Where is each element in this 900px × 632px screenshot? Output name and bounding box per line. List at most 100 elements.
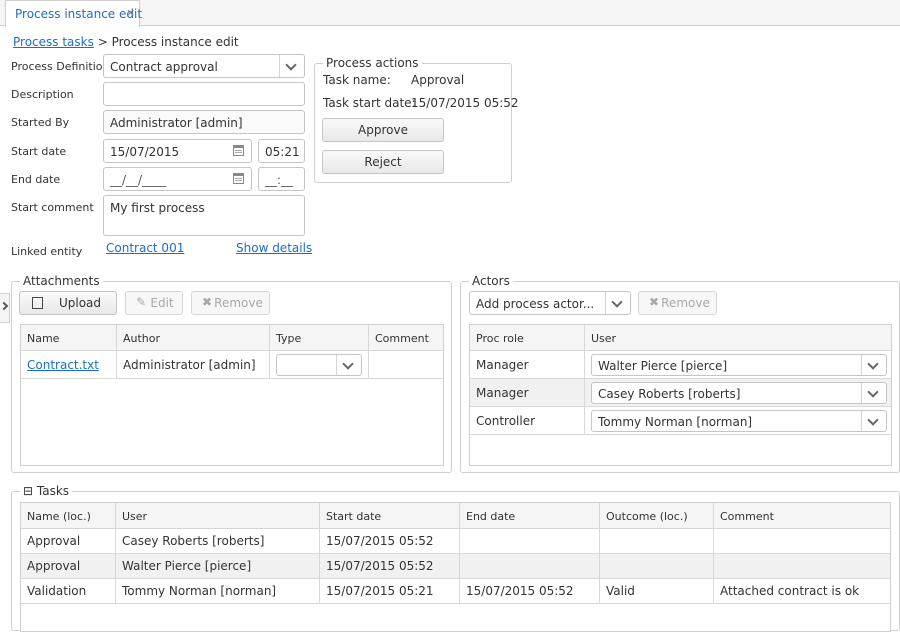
- remove-label: Remove: [214, 296, 263, 310]
- approve-button[interactable]: Approve: [322, 118, 444, 142]
- reject-button[interactable]: Reject: [322, 150, 444, 174]
- column-header-name[interactable]: Name (loc.): [21, 503, 116, 529]
- table-row[interactable]: Validation Tommy Norman [norman] 15/07/2…: [21, 579, 890, 604]
- label-process-definition: Process Definition: [11, 60, 110, 73]
- end-time-field[interactable]: __:__: [258, 167, 305, 191]
- remove-attachment-button[interactable]: ✖ Remove: [191, 291, 270, 315]
- tab-bar: Process instance edit ×: [0, 0, 900, 27]
- attachments-legend: Attachments: [20, 274, 103, 288]
- actor-role: Manager: [476, 386, 529, 400]
- start-date-value: 15/07/2015: [110, 145, 180, 159]
- actor-user-select[interactable]: Tommy Norman [norman]: [591, 410, 887, 432]
- calendar-icon[interactable]: [227, 168, 251, 190]
- breadcrumb-current: Process instance edit: [111, 35, 239, 49]
- tab-process-instance-edit[interactable]: Process instance edit ×: [5, 0, 142, 27]
- tasks-legend-label: Tasks: [36, 484, 70, 498]
- chevron-down-icon[interactable]: [861, 383, 886, 403]
- column-header-type[interactable]: Type: [270, 325, 369, 351]
- task-start-label: Task start date:: [323, 96, 416, 110]
- description-field[interactable]: [103, 82, 305, 106]
- table-header: Name Author Type Comment: [21, 325, 443, 351]
- attachments-table: Name Author Type Comment Contract.txt Ad…: [20, 324, 444, 466]
- attachment-type-select[interactable]: [276, 354, 362, 376]
- table-row[interactable]: Manager Casey Roberts [roberts]: [470, 379, 891, 407]
- actor-user-select[interactable]: Casey Roberts [roberts]: [591, 382, 887, 404]
- column-header-user[interactable]: User: [585, 325, 893, 351]
- column-header-comment[interactable]: Comment: [714, 503, 892, 529]
- label-start-date: Start date: [11, 145, 67, 158]
- show-details-link[interactable]: Show details: [236, 241, 312, 255]
- table-header: Name (loc.) User Start date End date Out…: [21, 503, 890, 529]
- column-header-start-date[interactable]: Start date: [320, 503, 460, 529]
- end-time-value: __:__: [265, 173, 294, 187]
- start-date-field[interactable]: 15/07/2015: [103, 139, 252, 163]
- table-row[interactable]: Approval Walter Pierce [pierce] 15/07/20…: [21, 554, 890, 579]
- close-icon[interactable]: ×: [126, 6, 135, 19]
- chevron-right-icon[interactable]: [0, 301, 9, 311]
- chevron-down-icon[interactable]: [605, 292, 630, 314]
- calendar-icon[interactable]: [227, 140, 251, 162]
- attachment-name-link[interactable]: Contract.txt: [27, 358, 99, 372]
- table-row[interactable]: Controller Tommy Norman [norman]: [470, 407, 891, 435]
- label-description: Description: [11, 88, 74, 101]
- tasks-table: Name (loc.) User Start date End date Out…: [20, 502, 891, 632]
- start-comment-value: My first process: [110, 201, 205, 215]
- chevron-down-icon[interactable]: [336, 355, 361, 375]
- reject-label: Reject: [364, 155, 402, 169]
- actor-role: Manager: [476, 358, 529, 372]
- actors-table: Proc role User Manager Walter Pierce [pi…: [469, 324, 892, 466]
- table-row[interactable]: Manager Walter Pierce [pierce]: [470, 351, 891, 379]
- column-header-author[interactable]: Author: [117, 325, 270, 351]
- tasks-panel: ⊟ Tasks Name (loc.) User Start date End …: [11, 484, 900, 632]
- tab-label[interactable]: Process instance edit: [15, 7, 142, 21]
- edit-label: Edit: [150, 296, 174, 310]
- start-time-field[interactable]: 05:21: [258, 139, 305, 163]
- linked-entity-link[interactable]: Contract 001: [106, 241, 184, 255]
- actor-user-select[interactable]: Walter Pierce [pierce]: [591, 354, 887, 376]
- add-process-actor-placeholder: Add process actor...: [476, 297, 595, 311]
- remove-actor-label: Remove: [661, 296, 710, 310]
- attachment-author: Administrator [admin]: [123, 358, 256, 372]
- actors-panel: Actors Add process actor... ✖ Remove Pro…: [460, 274, 900, 473]
- remove-actor-button[interactable]: ✖ Remove: [638, 291, 717, 315]
- end-date-value: __/__/____: [110, 173, 167, 187]
- end-date-field[interactable]: __/__/____: [103, 167, 252, 191]
- process-actions-legend: Process actions: [323, 56, 422, 70]
- process-definition-select[interactable]: Contract approval: [103, 54, 305, 78]
- upload-icon: [32, 297, 43, 309]
- side-panel-toggle[interactable]: [0, 293, 10, 323]
- process-actions-panel: Process actions Task name: Approval Task…: [314, 56, 519, 183]
- start-comment-field[interactable]: My first process: [103, 195, 305, 236]
- approve-label: Approve: [358, 123, 408, 137]
- attachments-panel: Attachments Upload ✎ Edit ✖ Remove Name …: [11, 274, 452, 473]
- column-header-proc-role[interactable]: Proc role: [470, 325, 585, 351]
- chevron-down-icon[interactable]: [861, 355, 886, 375]
- task-name-value: Approval: [411, 73, 465, 87]
- label-end-date: End date: [11, 173, 61, 186]
- edit-button[interactable]: ✎ Edit: [125, 291, 183, 315]
- chevron-down-icon[interactable]: [279, 55, 304, 77]
- column-header-end-date[interactable]: End date: [460, 503, 600, 529]
- started-by-field[interactable]: Administrator [admin]: [103, 110, 305, 134]
- column-header-name[interactable]: Name: [21, 325, 117, 351]
- label-start-comment: Start comment: [11, 201, 94, 214]
- column-header-user[interactable]: User: [116, 503, 320, 529]
- breadcrumb-separator: >: [97, 35, 108, 49]
- column-header-comment[interactable]: Comment: [369, 325, 445, 351]
- actors-legend: Actors: [469, 274, 513, 288]
- breadcrumb: Process tasks > Process instance edit: [13, 35, 239, 49]
- label-linked-entity: Linked entity: [11, 245, 83, 258]
- task-name-label: Task name:: [323, 73, 391, 87]
- table-header: Proc role User: [470, 325, 891, 351]
- collapse-icon[interactable]: ⊟: [23, 484, 33, 498]
- column-header-outcome[interactable]: Outcome (loc.): [600, 503, 714, 529]
- breadcrumb-link-process-tasks[interactable]: Process tasks: [13, 35, 94, 49]
- chevron-down-icon[interactable]: [861, 411, 886, 431]
- upload-button[interactable]: Upload: [19, 291, 117, 315]
- add-process-actor-select[interactable]: Add process actor...: [469, 291, 631, 315]
- start-time-value: 05:21: [265, 145, 300, 159]
- tasks-legend: ⊟ Tasks: [20, 484, 73, 498]
- upload-label: Upload: [58, 296, 102, 310]
- table-row[interactable]: Contract.txt Administrator [admin]: [21, 351, 443, 379]
- table-row[interactable]: Approval Casey Roberts [roberts] 15/07/2…: [21, 529, 890, 554]
